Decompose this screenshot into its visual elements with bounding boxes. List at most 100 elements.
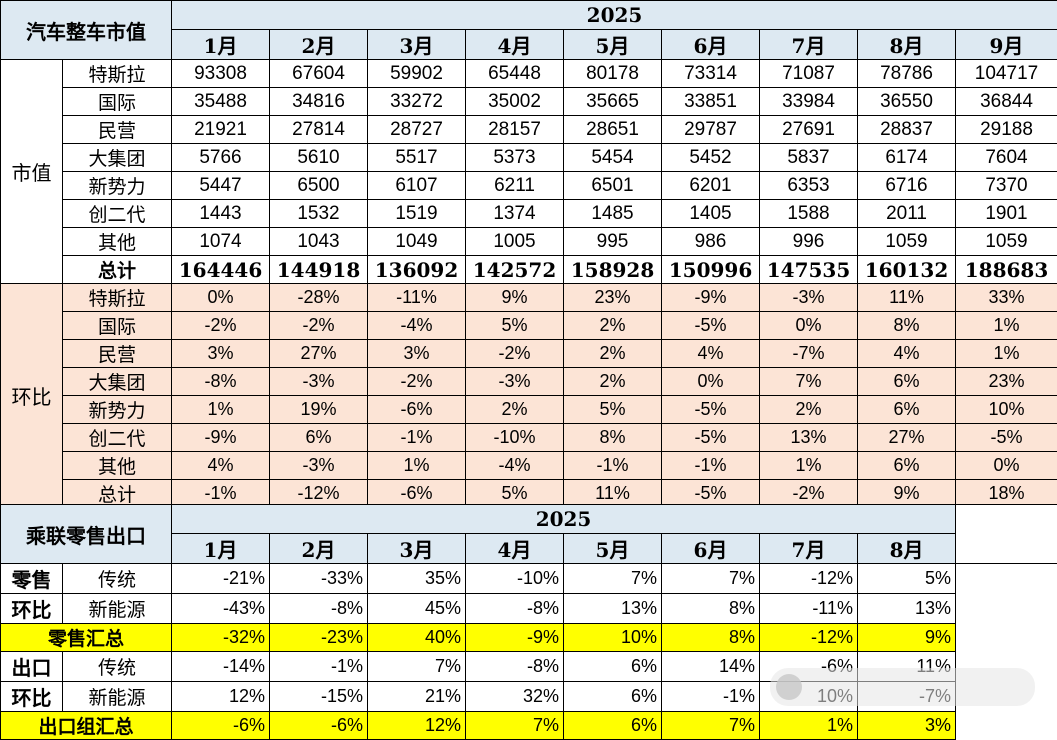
value-cell: 28837 xyxy=(858,116,956,144)
summary-cell: -23% xyxy=(270,624,368,652)
value-cell: 35% xyxy=(368,564,466,594)
month-header: 5月 xyxy=(564,534,662,564)
value-cell: 7604 xyxy=(956,144,1057,172)
value-cell: 13% xyxy=(564,594,662,624)
month-header: 4月 xyxy=(466,534,564,564)
group-label-retail: 零售 xyxy=(1,564,63,594)
group-label-export: 出口 xyxy=(1,652,63,682)
value-cell: 5766 xyxy=(172,144,270,172)
value-cell: 4% xyxy=(662,340,760,368)
value-cell: 33272 xyxy=(368,88,466,116)
value-cell: -1% xyxy=(564,452,662,480)
value-cell: 6201 xyxy=(662,172,760,200)
value-cell: 27% xyxy=(858,424,956,452)
total-cell: 150996 xyxy=(662,256,760,284)
value-cell: -5% xyxy=(662,424,760,452)
value-cell: 21921 xyxy=(172,116,270,144)
total-cell: 144918 xyxy=(270,256,368,284)
row-label: 传统 xyxy=(63,652,172,682)
value-cell: 6107 xyxy=(368,172,466,200)
row-label: 传统 xyxy=(63,564,172,594)
summary-cell: -12% xyxy=(760,624,858,652)
summary-cell: 7% xyxy=(662,712,760,740)
table2-year: 2025 xyxy=(172,505,956,534)
month-header: 5月 xyxy=(564,30,662,60)
row-label: 大集团 xyxy=(63,144,172,172)
value-cell: 34816 xyxy=(270,88,368,116)
value-cell: 93308 xyxy=(172,60,270,88)
row-label: 新势力 xyxy=(63,172,172,200)
value-cell: -5% xyxy=(662,396,760,424)
summary-cell: 40% xyxy=(368,624,466,652)
value-cell: 73314 xyxy=(662,60,760,88)
value-cell: 7% xyxy=(760,368,858,396)
row-label: 民营 xyxy=(63,340,172,368)
row-label: 新能源 xyxy=(63,594,172,624)
value-cell: 4% xyxy=(172,452,270,480)
value-cell: 6353 xyxy=(760,172,858,200)
total-cell: 147535 xyxy=(760,256,858,284)
value-cell: 1532 xyxy=(270,200,368,228)
table-row: 国际-2%-2%-4%5%2%-5%0%8%1% xyxy=(1,312,1057,340)
value-cell: 29787 xyxy=(662,116,760,144)
value-cell: -3% xyxy=(466,368,564,396)
value-cell: 5% xyxy=(564,396,662,424)
value-cell: -21% xyxy=(172,564,270,594)
value-cell: 29188 xyxy=(956,116,1057,144)
summary-cell: 8% xyxy=(662,624,760,652)
row-label: 创二代 xyxy=(63,424,172,452)
value-cell: -1% xyxy=(270,652,368,682)
row-label: 特斯拉 xyxy=(63,284,172,312)
value-cell: 6500 xyxy=(270,172,368,200)
value-cell: 45% xyxy=(368,594,466,624)
value-cell: 0% xyxy=(172,284,270,312)
value-cell: -10% xyxy=(466,564,564,594)
row-label: 其他 xyxy=(63,228,172,256)
table-row: 新势力1%19%-6%2%5%-5%2%6%10% xyxy=(1,396,1057,424)
value-cell: -4% xyxy=(466,452,564,480)
value-cell: -3% xyxy=(760,284,858,312)
value-cell: -2% xyxy=(172,312,270,340)
value-cell: -9% xyxy=(172,424,270,452)
row-label: 其他 xyxy=(63,452,172,480)
value-cell: 1% xyxy=(956,312,1057,340)
value-cell: 35002 xyxy=(466,88,564,116)
value-cell: 5837 xyxy=(760,144,858,172)
value-cell: 27691 xyxy=(760,116,858,144)
group-label-market-value: 市值 xyxy=(1,60,63,284)
row-label: 新能源 xyxy=(63,682,172,712)
month-header: 1月 xyxy=(172,534,270,564)
value-cell: 5452 xyxy=(662,144,760,172)
value-cell: -15% xyxy=(270,682,368,712)
value-cell: 65448 xyxy=(466,60,564,88)
summary-cell: 3% xyxy=(858,712,956,740)
value-cell: -28% xyxy=(270,284,368,312)
empty-cell xyxy=(956,505,1057,564)
value-cell: 2011 xyxy=(858,200,956,228)
value-cell: 2% xyxy=(564,312,662,340)
group-label-mom: 环比 xyxy=(1,284,63,508)
month-header: 6月 xyxy=(662,30,760,60)
value-cell: -1% xyxy=(662,682,760,712)
value-cell: -1% xyxy=(662,452,760,480)
row-label: 大集团 xyxy=(63,368,172,396)
value-cell: 3% xyxy=(368,340,466,368)
value-cell: -8% xyxy=(172,368,270,396)
row-label: 国际 xyxy=(63,312,172,340)
summary-cell: -32% xyxy=(172,624,270,652)
value-cell: -6% xyxy=(368,396,466,424)
value-cell: 104717 xyxy=(956,60,1057,88)
month-header: 7月 xyxy=(760,534,858,564)
summary-cell: 7% xyxy=(466,712,564,740)
value-cell: -3% xyxy=(270,368,368,396)
value-cell: -8% xyxy=(270,594,368,624)
value-cell: 19% xyxy=(270,396,368,424)
empty-cell xyxy=(956,594,1057,624)
month-header: 1月 xyxy=(172,30,270,60)
summary-row: 出口组汇总-6%-6%12%7%6%7%1%3% xyxy=(1,712,1057,740)
value-cell: 6% xyxy=(564,652,662,682)
value-cell: 1049 xyxy=(368,228,466,256)
value-cell: 2% xyxy=(466,396,564,424)
summary-cell: 6% xyxy=(564,712,662,740)
value-cell: 28157 xyxy=(466,116,564,144)
